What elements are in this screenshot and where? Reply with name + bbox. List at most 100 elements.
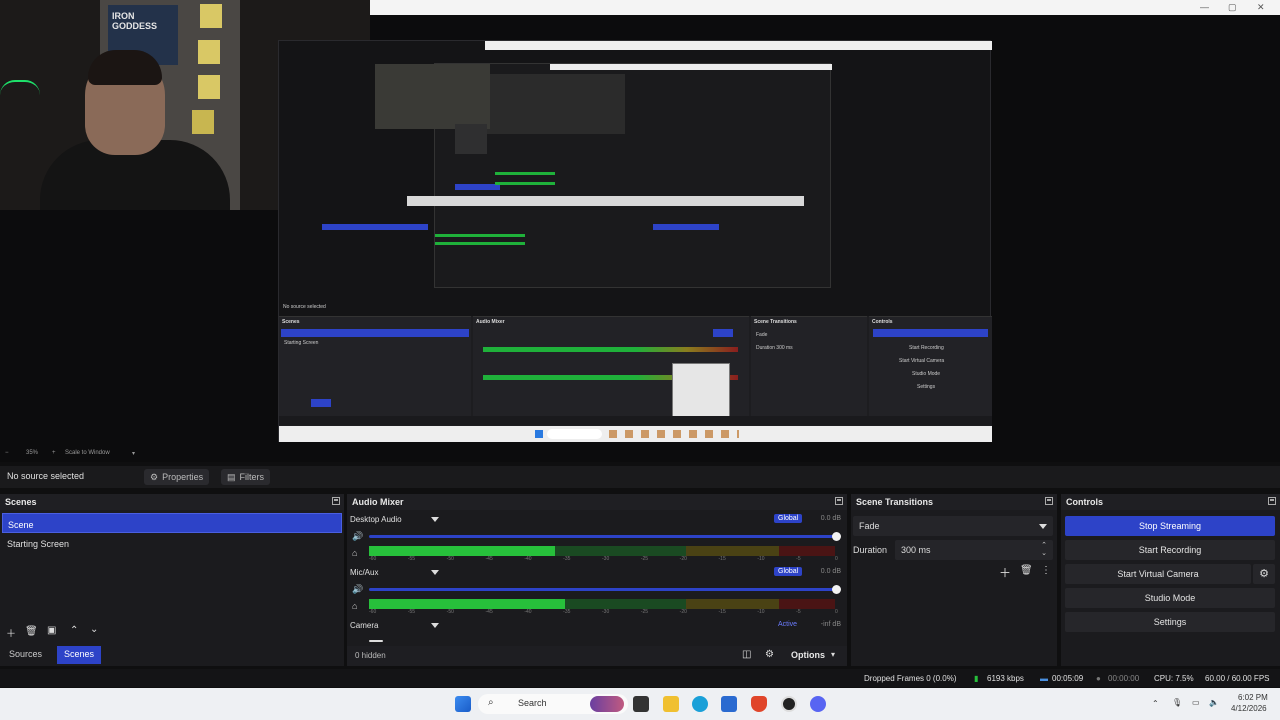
undock-icon[interactable]: [332, 497, 340, 505]
volume-slider[interactable]: [369, 532, 841, 541]
undock-icon[interactable]: [1268, 497, 1276, 505]
volume-slider[interactable]: [369, 640, 383, 642]
brave-icon[interactable]: [751, 696, 767, 712]
meter-tick-label: -30: [602, 556, 610, 562]
trash-icon[interactable]: 🗑: [25, 626, 38, 637]
move-down-icon[interactable]: ⌄: [90, 624, 98, 635]
scene-item-scene[interactable]: Scene: [2, 513, 342, 533]
controls-title: Controls: [1066, 497, 1103, 507]
volume-slider[interactable]: [369, 585, 841, 594]
studio-mode-button[interactable]: Studio Mode: [1065, 588, 1275, 608]
taskbar-search[interactable]: ⌕ Search: [478, 694, 628, 714]
preview-area[interactable]: — ▢ ✕ IRON GODDESS No source selected Sc…: [0, 0, 1280, 462]
tab-sources[interactable]: Sources: [2, 646, 50, 664]
preview-zoom-bar: − 35% + Scale to Window ▾: [0, 448, 300, 460]
start-recording-button[interactable]: Start Recording: [1065, 540, 1275, 560]
volume-meter: [369, 599, 835, 609]
duration-spinbox[interactable]: 300 ms ⌃ ⌄: [895, 540, 1053, 560]
channel-menu-icon[interactable]: [431, 570, 439, 575]
window-titlebar: — ▢ ✕: [370, 0, 1280, 15]
maximize-icon[interactable]: ▢: [1228, 2, 1237, 13]
channel-name: Mic/Aux: [350, 568, 379, 577]
meter-tick-label: -45: [485, 609, 493, 615]
transition-select[interactable]: Fade: [853, 516, 1053, 536]
virtual-camera-settings-icon[interactable]: ⚙: [1253, 564, 1275, 584]
channel-db: 0.0 dB: [820, 515, 841, 522]
filters-button[interactable]: ▤ Filters: [221, 469, 271, 485]
meter-tick-label: -50: [446, 609, 454, 615]
spin-up-icon[interactable]: ⌃: [1041, 541, 1047, 549]
start-virtual-camera-button[interactable]: Start Virtual Camera: [1065, 564, 1251, 584]
obs-icon[interactable]: [781, 696, 797, 712]
meter-tick-label: -30: [602, 609, 610, 615]
signal-icon: ▮: [974, 674, 979, 683]
lock-icon[interactable]: ⌂: [352, 548, 357, 558]
meter-tick-label: -10: [757, 556, 765, 562]
add-icon[interactable]: ＋: [999, 564, 1011, 581]
status-bar: Dropped Frames 0 (0.0%) ▮ 6193 kbps ▬ 00…: [0, 669, 1280, 687]
meter-tick-label: 0: [835, 556, 838, 562]
source-toolbar: No source selected ⚙ Properties ▤ Filter…: [0, 466, 1280, 488]
layout-icon[interactable]: ◫: [742, 649, 751, 660]
scale-mode[interactable]: Scale to Window: [65, 450, 110, 456]
scene-item-starting-screen[interactable]: Starting Screen: [2, 533, 342, 553]
zoom-in-icon[interactable]: +: [52, 450, 56, 456]
task-view-icon[interactable]: [633, 696, 649, 712]
chevron-up-icon[interactable]: ⌃: [1152, 699, 1159, 708]
display-icon[interactable]: ▭: [1192, 698, 1200, 707]
clock-time[interactable]: 6:02 PM: [1238, 693, 1268, 702]
spin-down-icon[interactable]: ⌄: [1041, 549, 1047, 557]
properties-button[interactable]: ⚙ Properties: [144, 469, 210, 485]
options-button[interactable]: Options: [791, 650, 825, 660]
meter-tick-label: -55: [407, 556, 416, 562]
meter-ticks: -60 -55 -50 -45 -40 -35 -30 -25 -20 -15 -10 -5 0: [369, 609, 838, 617]
meter-ticks: -60 -55 -50 -45 -40 -35 -30 -25 -20 -15 -10 -5 0: [369, 556, 838, 564]
filter-scene-icon[interactable]: ▣: [47, 625, 56, 636]
zoom-out-icon[interactable]: −: [5, 450, 9, 456]
meter-tick-label: -35: [563, 556, 571, 562]
mic-icon[interactable]: 🎙: [1172, 698, 1182, 707]
undock-icon[interactable]: [835, 497, 843, 505]
tab-scenes[interactable]: Scenes: [57, 646, 102, 664]
meter-tick-label: -25: [640, 609, 649, 615]
file-explorer-icon[interactable]: [663, 696, 679, 712]
record-icon: ●: [1096, 674, 1101, 683]
meter-tick-label: -5: [796, 556, 801, 562]
add-icon[interactable]: ＋: [6, 625, 16, 640]
speaker-icon[interactable]: 🔊: [352, 584, 363, 595]
meter-tick-label: -35: [563, 609, 571, 615]
windows-start-icon[interactable]: [455, 696, 471, 712]
wrench-icon[interactable]: ⚙: [765, 649, 774, 660]
duration-label: Duration: [853, 545, 888, 555]
slider-knob[interactable]: [832, 532, 841, 541]
audio-mixer-dock: Audio Mixer Desktop Audio Global 0.0 dB …: [347, 494, 847, 666]
slider-knob[interactable]: [832, 585, 841, 594]
move-up-icon[interactable]: ⌃: [70, 625, 78, 636]
channel-badge: Active: [778, 621, 798, 628]
volume-icon[interactable]: 🔈: [1209, 698, 1219, 707]
meter-tick-label: -5: [796, 609, 801, 615]
scale-caret-icon[interactable]: ▾: [132, 450, 135, 457]
stop-streaming-button[interactable]: Stop Streaming: [1065, 516, 1275, 536]
clock-date[interactable]: 4/12/2026: [1231, 704, 1267, 713]
channel-menu-icon[interactable]: [431, 517, 439, 522]
channel-menu-icon[interactable]: [431, 623, 439, 628]
search-highlight-icon: [590, 696, 624, 712]
settings-button[interactable]: Settings: [1065, 612, 1275, 632]
search-icon: ⌕: [488, 697, 494, 708]
more-icon[interactable]: ⋮: [1041, 565, 1051, 576]
lock-icon[interactable]: ⌂: [352, 601, 357, 611]
no-source-label: No source selected: [7, 471, 85, 481]
meter-tick-label: -60: [369, 556, 377, 562]
discord-icon[interactable]: [810, 696, 826, 712]
undock-icon[interactable]: [1045, 497, 1053, 505]
options-caret-icon[interactable]: ▾: [831, 650, 835, 659]
speaker-icon[interactable]: 🔊: [352, 531, 363, 542]
trash-icon[interactable]: 🗑: [1020, 565, 1033, 576]
meter-tick-label: 0: [835, 609, 838, 615]
store-icon[interactable]: [721, 696, 737, 712]
minimize-icon[interactable]: —: [1200, 2, 1209, 12]
close-icon[interactable]: ✕: [1257, 2, 1265, 13]
meter-tick-label: -25: [640, 556, 649, 562]
edge-icon[interactable]: [692, 696, 708, 712]
